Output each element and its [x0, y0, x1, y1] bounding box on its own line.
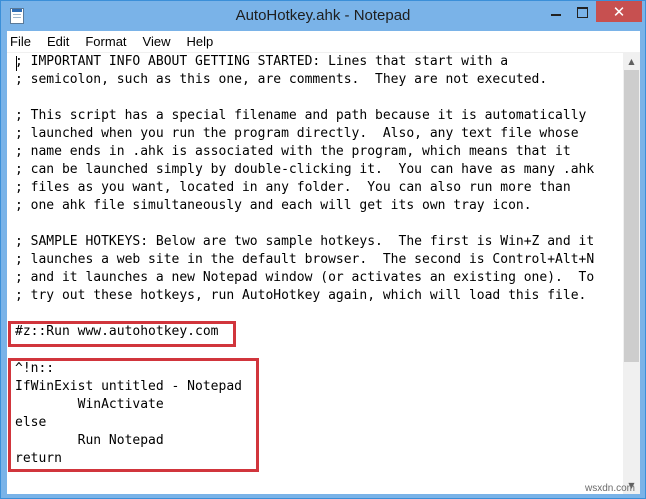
highlight-box-hotkey-1 — [8, 321, 236, 347]
editor-line: ; SAMPLE HOTKEYS: Below are two sample h… — [15, 234, 595, 249]
editor-line: ; launched when you run the program dire… — [15, 126, 579, 141]
editor-line: ; and it launches a new Notepad window (… — [15, 270, 595, 285]
editor-line: ; files as you want, located in any fold… — [15, 180, 571, 195]
editor-line: ; one ahk file simultaneously and each w… — [15, 198, 532, 213]
editor-line: ; name ends in .ahk is associated with t… — [15, 144, 571, 159]
editor-line: ; semicolon, such as this one, are comme… — [15, 72, 548, 87]
menu-bar: File Edit Format View Help — [7, 31, 640, 53]
minimize-icon — [550, 14, 561, 16]
menu-file[interactable]: File — [7, 31, 39, 52]
text-editor[interactable]: ; IMPORTANT INFO ABOUT GETTING STARTED: … — [7, 53, 640, 494]
editor-line: ; This script has a special filename and… — [15, 108, 587, 123]
scroll-up-icon[interactable]: ▲ — [623, 53, 640, 70]
editor-line: ; try out these hotkeys, run AutoHotkey … — [15, 288, 587, 303]
vertical-scrollbar[interactable]: ▲ ▼ — [623, 53, 640, 494]
editor-line: ; IMPORTANT INFO ABOUT GETTING STARTED: … — [15, 54, 509, 69]
menu-help[interactable]: Help — [178, 31, 221, 52]
scroll-thumb[interactable] — [624, 70, 639, 362]
title-bar[interactable]: AutoHotkey.ahk - Notepad ✕ — [1, 1, 645, 31]
editor-line: ; launches a web site in the default bro… — [15, 252, 595, 267]
maximize-icon — [577, 6, 588, 18]
highlight-box-hotkey-2 — [8, 358, 259, 472]
notepad-window: AutoHotkey.ahk - Notepad ✕ File Edit For… — [0, 0, 646, 499]
menu-edit[interactable]: Edit — [39, 31, 77, 52]
menu-format[interactable]: Format — [77, 31, 134, 52]
maximize-button[interactable] — [569, 2, 596, 22]
watermark: wsxdn.com — [584, 483, 635, 494]
editor-line: ; can be launched simply by double-click… — [15, 162, 595, 177]
menu-view[interactable]: View — [135, 31, 179, 52]
close-icon: ✕ — [612, 2, 626, 21]
minimize-button[interactable] — [542, 2, 569, 22]
close-button[interactable]: ✕ — [596, 1, 642, 22]
